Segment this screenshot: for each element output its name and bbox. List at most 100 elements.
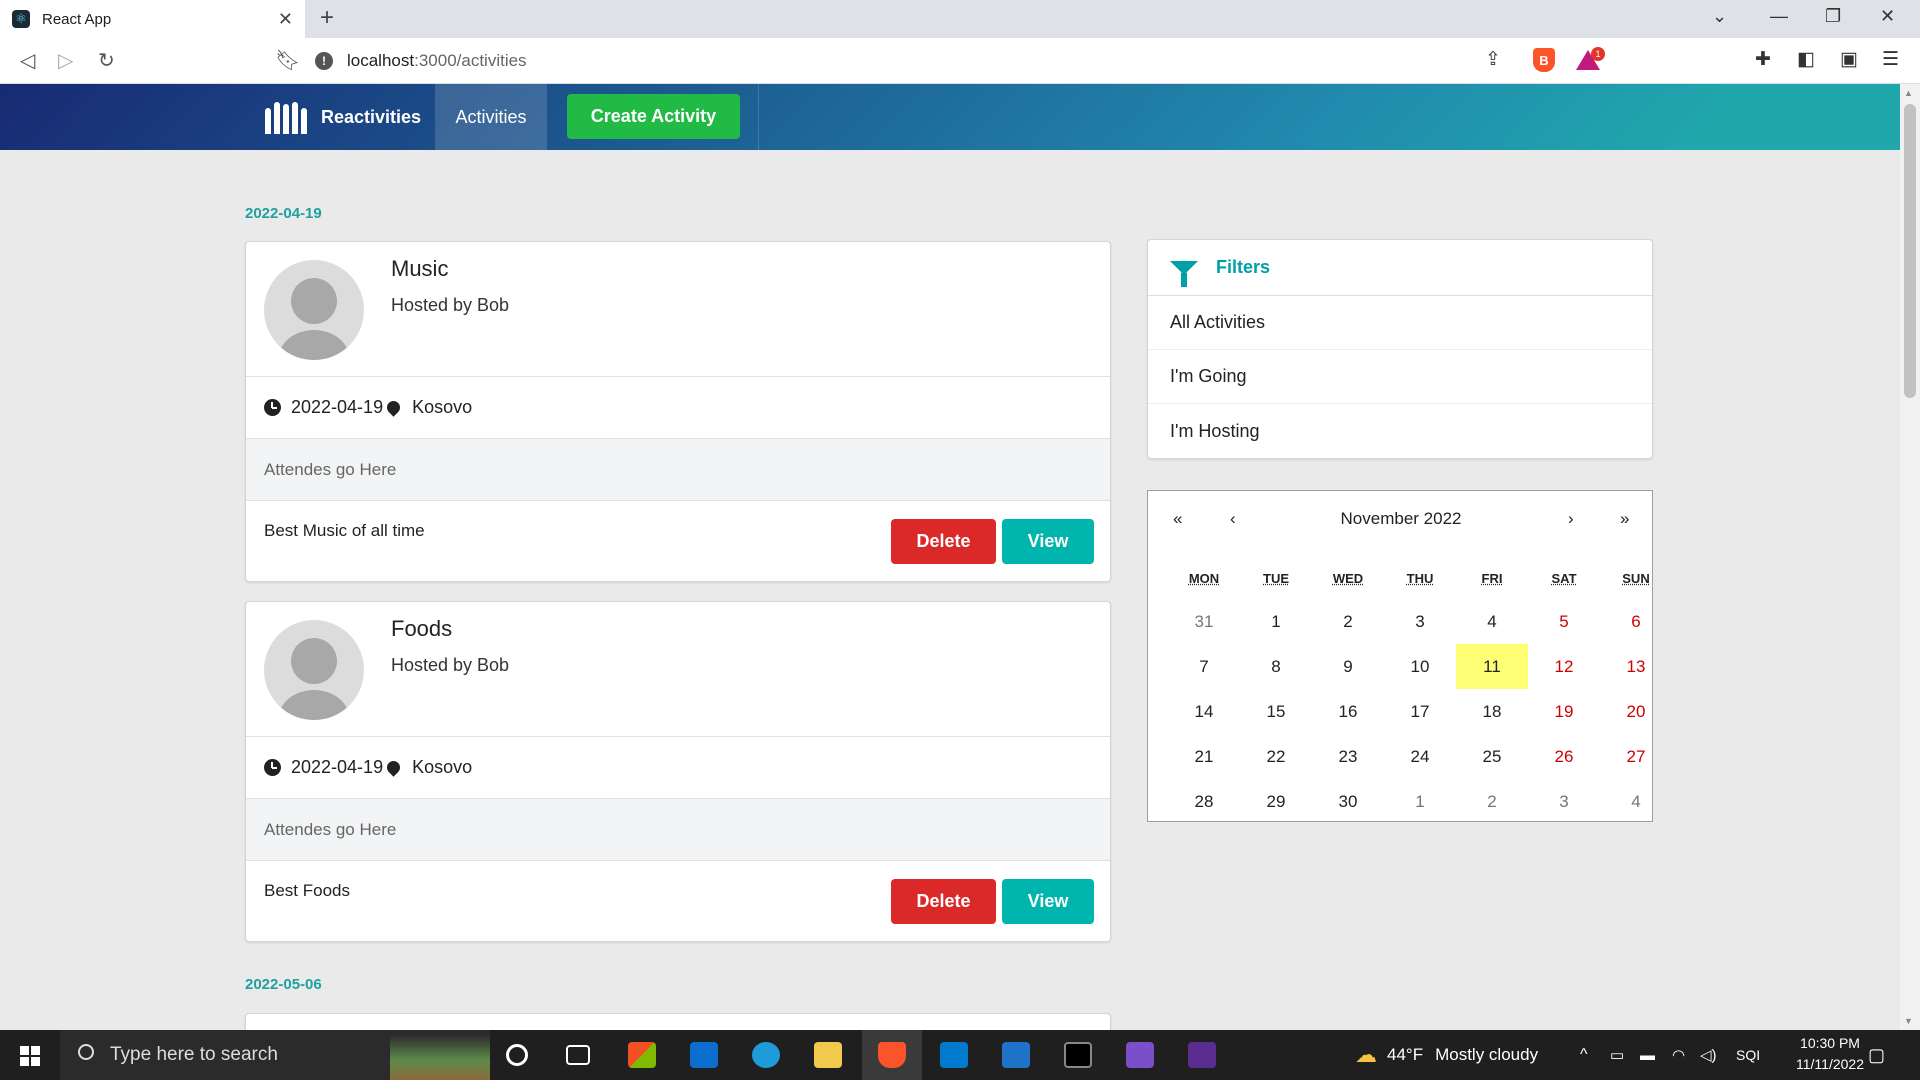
nav-activities[interactable]: Activities: [435, 84, 547, 150]
calendar-day[interactable]: 19: [1528, 689, 1600, 734]
calendar-day[interactable]: 1: [1240, 599, 1312, 644]
brave-shields-icon[interactable]: B: [1533, 48, 1555, 72]
activity-title[interactable]: Foods: [391, 616, 452, 642]
filter-all-activities[interactable]: All Activities: [1148, 296, 1652, 350]
media-player-icon[interactable]: [1002, 1042, 1030, 1068]
new-tab-button[interactable]: +: [320, 4, 334, 32]
language-indicator[interactable]: SQI: [1736, 1030, 1760, 1080]
wifi-icon[interactable]: ◠: [1672, 1030, 1685, 1080]
calendar-day[interactable]: 18: [1456, 689, 1528, 734]
view-button[interactable]: View: [1002, 519, 1094, 564]
sidebar-icon[interactable]: ◧: [1797, 48, 1815, 71]
share-icon[interactable]: ⇪: [1485, 48, 1501, 71]
calendar-day[interactable]: 20: [1600, 689, 1672, 734]
filter-im-going[interactable]: I'm Going: [1148, 350, 1652, 404]
meet-icon[interactable]: ▭: [1610, 1030, 1624, 1080]
calendar-day[interactable]: 4: [1600, 779, 1672, 824]
wallet-icon[interactable]: ▣: [1840, 48, 1858, 71]
calendar-day[interactable]: 2: [1312, 599, 1384, 644]
calendar-day[interactable]: 7: [1168, 644, 1240, 689]
view-button[interactable]: View: [1002, 879, 1094, 924]
next-month-button[interactable]: ›: [1568, 509, 1574, 529]
edge-icon[interactable]: [752, 1042, 780, 1068]
calendar-day[interactable]: 15: [1240, 689, 1312, 734]
url-bar[interactable]: ! localhost :3000/activities: [315, 44, 1610, 78]
calendar-day[interactable]: 12: [1528, 644, 1600, 689]
scroll-up-icon[interactable]: ▲: [1904, 88, 1913, 98]
calendar-day[interactable]: 10: [1384, 644, 1456, 689]
prev-month-button[interactable]: ‹: [1230, 509, 1236, 529]
close-tab-icon[interactable]: ✕: [278, 9, 293, 30]
delete-button[interactable]: Delete: [891, 879, 996, 924]
minimize-icon[interactable]: —: [1770, 6, 1788, 27]
calendar-day[interactable]: 24: [1384, 734, 1456, 779]
taskbar-clock[interactable]: 10:30 PM 11/11/2022: [1780, 1033, 1880, 1075]
restore-icon[interactable]: ❐: [1825, 6, 1841, 27]
scroll-down-icon[interactable]: ▼: [1904, 1016, 1913, 1026]
activity-header: Music Hosted by Bob: [246, 242, 1110, 377]
brave-icon[interactable]: [878, 1042, 906, 1068]
calendar-day[interactable]: 8: [1240, 644, 1312, 689]
calendar-day[interactable]: 26: [1528, 734, 1600, 779]
calendar-day[interactable]: 3: [1384, 599, 1456, 644]
calendar-day[interactable]: 22: [1240, 734, 1312, 779]
visual-studio-icon[interactable]: [1126, 1042, 1154, 1068]
calendar-day[interactable]: 16: [1312, 689, 1384, 734]
forward-icon[interactable]: ▷: [58, 48, 73, 73]
calendar-day[interactable]: 28: [1168, 779, 1240, 824]
calendar-day[interactable]: 21: [1168, 734, 1240, 779]
calendar-day[interactable]: 29: [1240, 779, 1312, 824]
prev-year-button[interactable]: «: [1173, 509, 1182, 529]
create-activity-button[interactable]: Create Activity: [567, 94, 740, 139]
delete-button[interactable]: Delete: [891, 519, 996, 564]
terminal-icon[interactable]: [1064, 1042, 1092, 1068]
page-scrollbar[interactable]: ▲ ▼: [1900, 84, 1920, 1030]
extensions-puzzle-icon[interactable]: ✚: [1755, 48, 1771, 71]
calendar-day[interactable]: 14: [1168, 689, 1240, 734]
calendar-day[interactable]: 27: [1600, 734, 1672, 779]
activity-attendees: Attendes go Here: [246, 439, 1110, 501]
menu-icon[interactable]: ☰: [1882, 48, 1899, 71]
calendar-day[interactable]: 9: [1312, 644, 1384, 689]
calendar-day[interactable]: 31: [1168, 599, 1240, 644]
filter-im-hosting[interactable]: I'm Hosting: [1148, 404, 1652, 458]
calendar-day[interactable]: 17: [1384, 689, 1456, 734]
calendar-day[interactable]: 4: [1456, 599, 1528, 644]
calendar-day[interactable]: 3: [1528, 779, 1600, 824]
weather-widget[interactable]: ☁ 44°F Mostly cloudy: [1355, 1030, 1538, 1080]
vscode-icon[interactable]: [940, 1042, 968, 1068]
bookmark-icon[interactable]: 🔖︎: [275, 48, 300, 73]
file-explorer-icon[interactable]: [814, 1042, 842, 1068]
calendar-day[interactable]: 6: [1600, 599, 1672, 644]
notifications-icon[interactable]: ▢: [1868, 1030, 1885, 1080]
scrollbar-thumb[interactable]: [1904, 104, 1916, 398]
close-window-icon[interactable]: ✕: [1880, 6, 1895, 27]
mail-icon[interactable]: [690, 1042, 718, 1068]
calendar-day[interactable]: 1: [1384, 779, 1456, 824]
reload-icon[interactable]: ↻: [98, 48, 115, 73]
site-info-icon[interactable]: !: [315, 52, 333, 70]
taskbar-search[interactable]: Type here to search: [60, 1030, 490, 1080]
microsoft-store-icon[interactable]: [628, 1042, 656, 1068]
show-hidden-icons[interactable]: ^: [1580, 1030, 1588, 1080]
calendar-day[interactable]: 30: [1312, 779, 1384, 824]
task-view-icon[interactable]: [566, 1045, 590, 1065]
calendar-day[interactable]: 13: [1600, 644, 1672, 689]
windows-start-icon[interactable]: [20, 1046, 40, 1066]
cortana-icon[interactable]: [506, 1044, 528, 1066]
activity-title[interactable]: Music: [391, 256, 448, 282]
next-year-button[interactable]: »: [1620, 509, 1629, 529]
calendar-day[interactable]: 25: [1456, 734, 1528, 779]
battery-icon[interactable]: ▬: [1640, 1030, 1655, 1080]
browser-tab[interactable]: ⚛ React App ✕: [0, 0, 305, 38]
volume-icon[interactable]: ◁): [1700, 1030, 1717, 1080]
calendar-day[interactable]: 2: [1456, 779, 1528, 824]
calendar-day[interactable]: 23: [1312, 734, 1384, 779]
calendar-day[interactable]: 5: [1528, 599, 1600, 644]
brand-link[interactable]: Reactivities: [265, 84, 421, 150]
powershell-icon[interactable]: [1188, 1042, 1216, 1068]
back-icon[interactable]: ◁: [20, 48, 35, 73]
tab-search-icon[interactable]: ⌄: [1712, 6, 1727, 27]
search-icon: [78, 1044, 94, 1060]
calendar-day[interactable]: 11: [1456, 644, 1528, 689]
